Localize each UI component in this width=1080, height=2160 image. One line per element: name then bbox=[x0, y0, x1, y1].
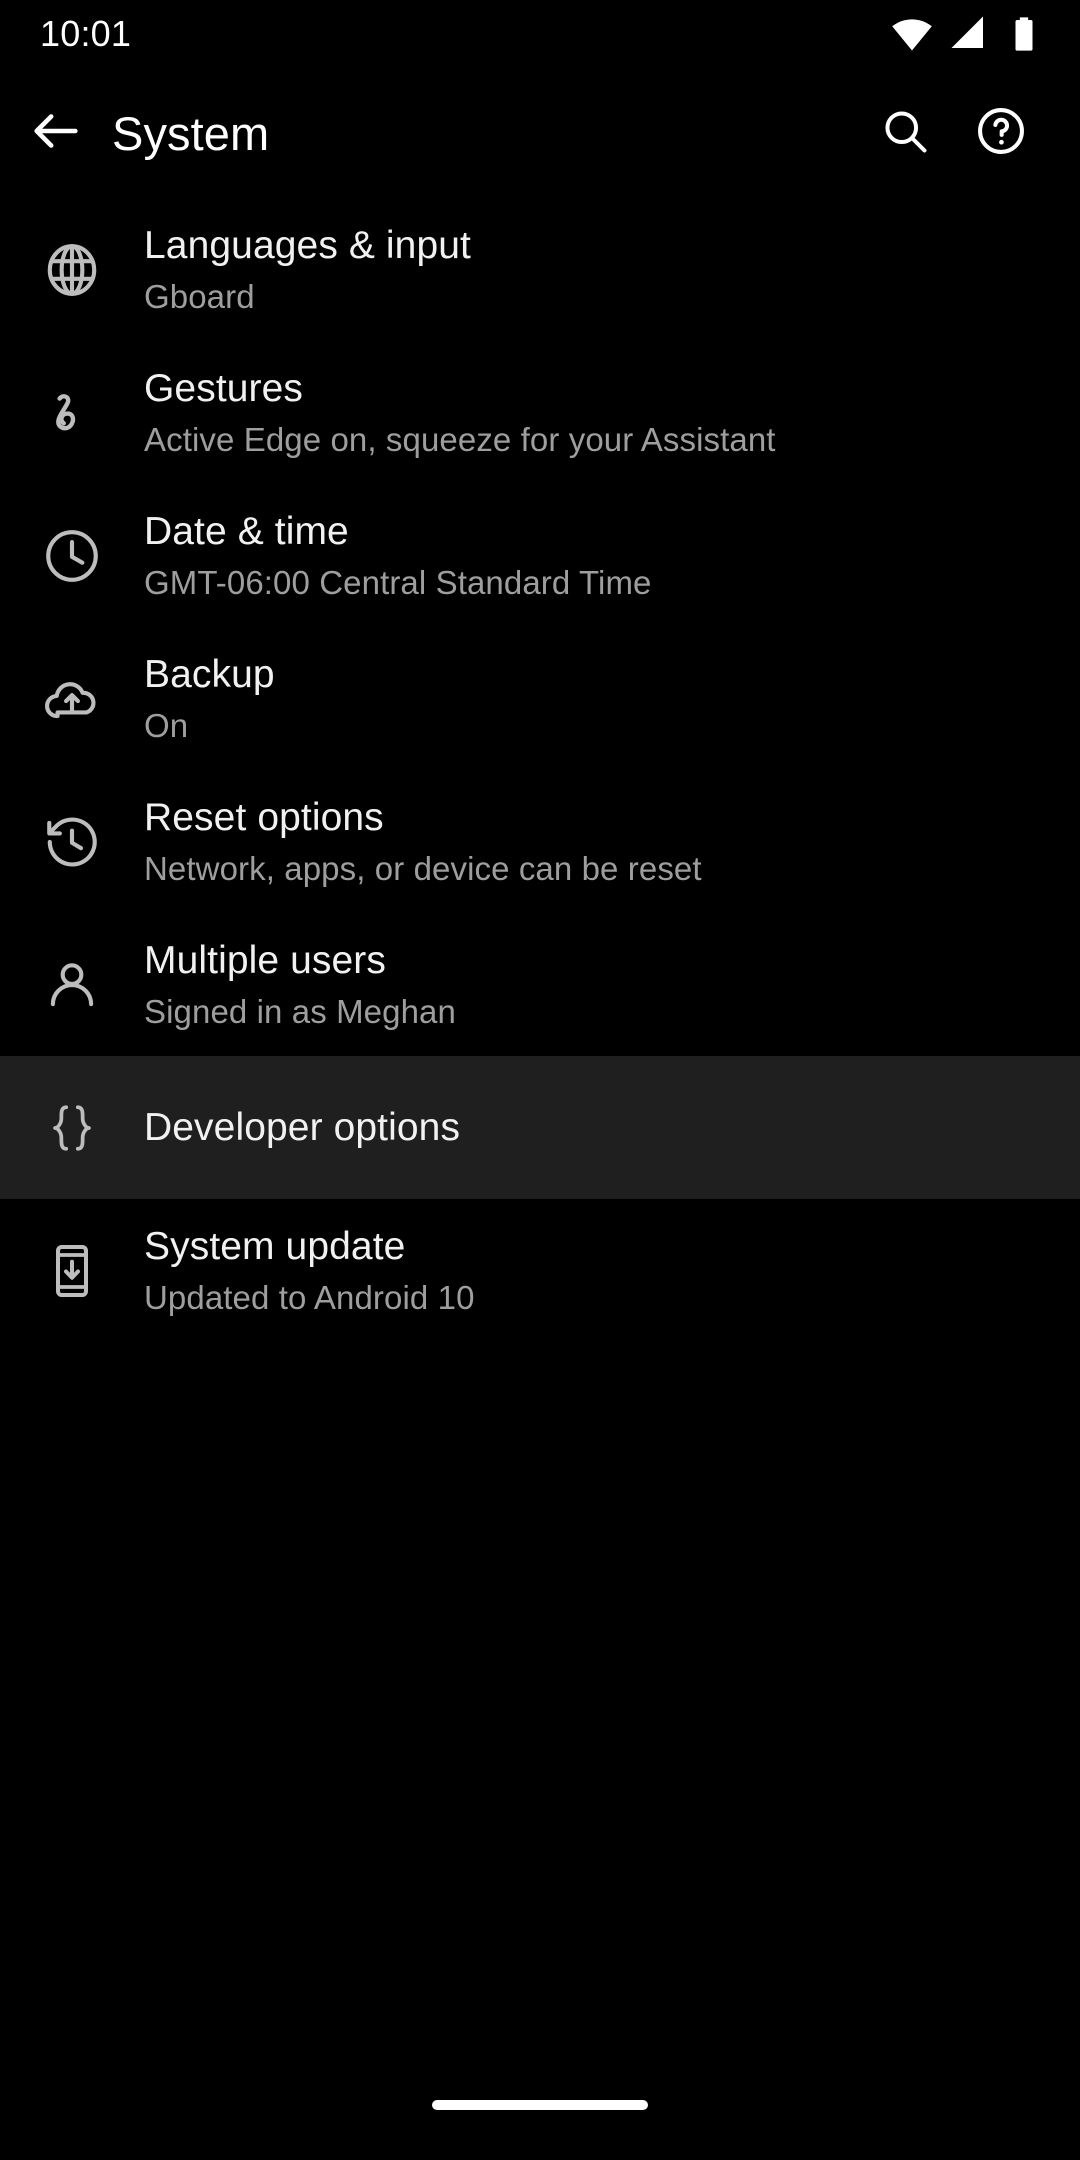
home-gesture-pill[interactable] bbox=[432, 2100, 648, 2110]
list-item-title: Multiple users bbox=[144, 938, 386, 982]
cell-signal-icon bbox=[948, 13, 990, 55]
system-update-icon bbox=[0, 1199, 144, 1342]
list-item-subtitle: GMT-06:00 Central Standard Time bbox=[144, 563, 652, 601]
list-item-text: Developer options bbox=[144, 1105, 480, 1150]
back-button[interactable] bbox=[0, 102, 112, 165]
list-item-date-time[interactable]: Date & time GMT-06:00 Central Standard T… bbox=[0, 484, 1080, 627]
list-item-subtitle: Network, apps, or device can be reset bbox=[144, 849, 702, 887]
list-item-title: Developer options bbox=[144, 1105, 461, 1149]
gesture-icon bbox=[0, 341, 144, 484]
list-item-title: Date & time bbox=[144, 509, 349, 553]
list-item-text: Backup On bbox=[144, 652, 295, 746]
status-bar-icons bbox=[890, 12, 1044, 56]
list-item-title: Reset options bbox=[144, 795, 384, 839]
search-icon bbox=[879, 105, 931, 162]
app-bar-actions bbox=[870, 98, 1080, 168]
list-item-text: Gestures Active Edge on, squeeze for you… bbox=[144, 366, 796, 460]
app-bar: System bbox=[0, 68, 1080, 198]
battery-icon bbox=[1004, 14, 1044, 54]
wifi-icon bbox=[890, 12, 934, 56]
person-icon bbox=[0, 913, 144, 1056]
list-item-title: Languages & input bbox=[144, 223, 471, 267]
globe-icon bbox=[0, 198, 144, 341]
list-item-title: Gestures bbox=[144, 366, 304, 410]
list-item-subtitle: Updated to Android 10 bbox=[144, 1278, 475, 1316]
list-item-text: Reset options Network, apps, or device c… bbox=[144, 795, 722, 889]
list-item-subtitle: Signed in as Meghan bbox=[144, 992, 456, 1030]
list-item-text: Languages & input Gboard bbox=[144, 223, 491, 317]
list-item-subtitle: Active Edge on, squeeze for your Assista… bbox=[144, 420, 776, 458]
settings-list: Languages & input Gboard Gestures Active… bbox=[0, 198, 1080, 1342]
list-item-text: Date & time GMT-06:00 Central Standard T… bbox=[144, 509, 672, 603]
list-item-text: Multiple users Signed in as Meghan bbox=[144, 938, 476, 1032]
list-item-subtitle: Gboard bbox=[144, 277, 255, 315]
list-item-subtitle: On bbox=[144, 706, 189, 744]
list-item-system-update[interactable]: System update Updated to Android 10 bbox=[0, 1199, 1080, 1342]
navigation-bar bbox=[0, 2064, 1080, 2160]
list-item-languages-input[interactable]: Languages & input Gboard bbox=[0, 198, 1080, 341]
list-item-gestures[interactable]: Gestures Active Edge on, squeeze for you… bbox=[0, 341, 1080, 484]
list-item-reset-options[interactable]: Reset options Network, apps, or device c… bbox=[0, 770, 1080, 913]
list-item-title: Backup bbox=[144, 652, 275, 696]
status-bar: 10:01 bbox=[0, 0, 1080, 68]
history-restore-icon bbox=[0, 770, 144, 913]
search-button[interactable] bbox=[870, 98, 940, 168]
settings-system-screen: 10:01 System Languages & input Gboard Ge… bbox=[0, 0, 1080, 2160]
list-item-title: System update bbox=[144, 1224, 406, 1268]
back-arrow-icon bbox=[27, 102, 85, 165]
list-item-developer-options[interactable]: Developer options bbox=[0, 1056, 1080, 1199]
clock-icon bbox=[0, 484, 144, 627]
page-title: System bbox=[112, 106, 270, 160]
list-item-text: System update Updated to Android 10 bbox=[144, 1224, 495, 1318]
help-circle-icon bbox=[974, 104, 1028, 163]
list-item-backup[interactable]: Backup On bbox=[0, 627, 1080, 770]
cloud-upload-icon bbox=[0, 627, 144, 770]
status-bar-clock: 10:01 bbox=[40, 13, 132, 54]
braces-icon bbox=[0, 1056, 144, 1199]
list-item-multiple-users[interactable]: Multiple users Signed in as Meghan bbox=[0, 913, 1080, 1056]
help-button[interactable] bbox=[966, 98, 1036, 168]
